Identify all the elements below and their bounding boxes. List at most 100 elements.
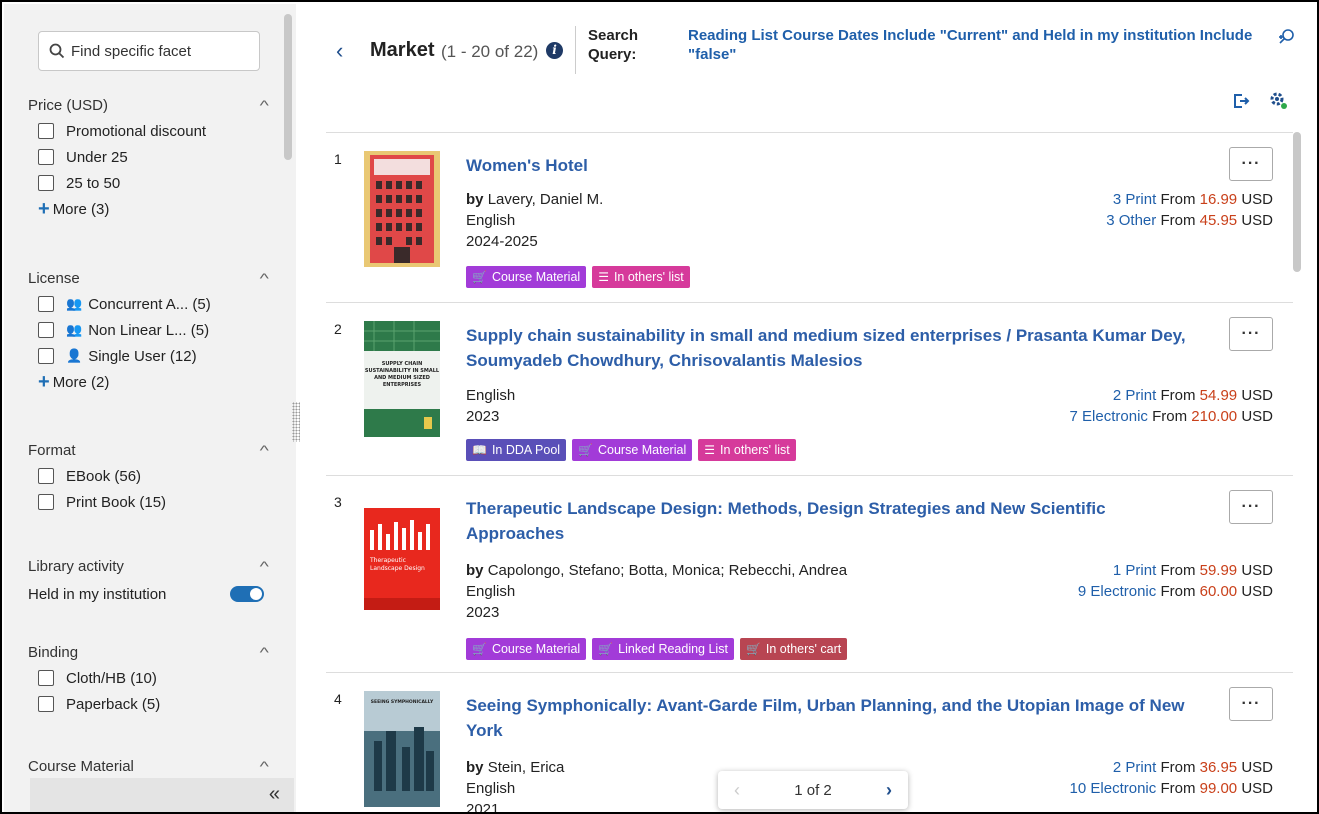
price-amount: 60.00 — [1199, 583, 1238, 600]
electronic-availability-link[interactable]: 7 Electronic — [1070, 408, 1148, 425]
year: 2024-2025 — [466, 233, 538, 250]
result-title-link[interactable]: Supply chain sustainability in small and… — [466, 323, 1206, 373]
facet-group-title: Library activity — [28, 557, 124, 575]
double-chevron-left-icon[interactable]: « — [269, 783, 280, 806]
facet-option[interactable]: 👥 Concurrent A... (5) — [28, 292, 268, 316]
currency: USD — [1241, 387, 1273, 404]
facet-more-link[interactable]: + More (3) — [28, 197, 268, 221]
print-availability-link[interactable]: 1 Print — [1113, 562, 1156, 579]
facet-more-link[interactable]: + More (2) — [28, 370, 268, 394]
facet-option[interactable]: Print Book (15) — [28, 490, 268, 514]
search-query-text[interactable]: Reading List Course Dates Include "Curre… — [688, 26, 1258, 64]
facet-option[interactable]: Paperback (5) — [28, 692, 268, 716]
in-others-cart-tag[interactable]: 🛒 In others' cart — [739, 638, 848, 660]
result-title-link[interactable]: Seeing Symphonically: Avant-Garde Film, … — [466, 693, 1206, 743]
chevron-up-icon[interactable]: ^ — [260, 270, 269, 286]
facet-group-header[interactable]: License ^ — [28, 266, 269, 290]
from-label: From — [1160, 191, 1196, 208]
dda-pool-tag[interactable]: 📖 In DDA Pool — [466, 439, 567, 461]
electronic-availability-link[interactable]: 10 Electronic — [1070, 780, 1157, 797]
chevron-up-icon[interactable]: ^ — [260, 442, 269, 458]
price-line: 2 Print From 54.99 USD — [1070, 385, 1273, 406]
print-availability-link[interactable]: 3 Print — [1113, 191, 1156, 208]
more-actions-button[interactable]: ··· — [1229, 687, 1273, 721]
facet-group-header[interactable]: Price (USD) ^ — [28, 93, 269, 117]
print-availability-link[interactable]: 2 Print — [1113, 759, 1156, 776]
more-actions-button[interactable]: ··· — [1229, 317, 1273, 351]
facet-option-label: EBook (56) — [66, 467, 142, 485]
other-availability-link[interactable]: 3 Other — [1106, 212, 1156, 229]
book-cover[interactable]: SUPPLY CHAIN SUSTAINABILITY IN SMALL AND… — [364, 321, 440, 442]
facet-group-header[interactable]: Format ^ — [28, 438, 269, 462]
more-label: More (3) — [52, 200, 110, 218]
tag-label: Course Material — [491, 642, 581, 656]
author-line: by Lavery, Daniel M. — [466, 189, 603, 210]
checkbox[interactable] — [38, 468, 54, 484]
results-main: ‹ Market (1 - 20 of 22) i Search Query: … — [298, 4, 1317, 812]
chevron-up-icon[interactable]: ^ — [260, 758, 269, 774]
facet-option[interactable]: Cloth/HB (10) — [28, 666, 268, 690]
tag-list: 🛒 Course Material ☰ In others' list — [466, 266, 690, 288]
year: 2023 — [466, 604, 500, 621]
linked-reading-list-tag[interactable]: 🛒 Linked Reading List — [592, 638, 734, 660]
checkbox[interactable] — [38, 696, 54, 712]
collapse-sidebar-bar[interactable]: « — [30, 778, 294, 812]
sidebar-scrollbar[interactable] — [284, 14, 292, 160]
facet-group-header[interactable]: Binding ^ — [28, 640, 269, 664]
facet-group-header[interactable]: Library activity ^ — [28, 554, 269, 578]
currency: USD — [1241, 759, 1273, 776]
user-icon: 👤 — [66, 348, 83, 363]
chevron-up-icon[interactable]: ^ — [260, 644, 269, 660]
year: 2023 — [466, 408, 500, 425]
in-others-list-tag[interactable]: ☰ In others' list — [592, 266, 690, 288]
checkbox[interactable] — [38, 175, 54, 191]
back-chevron-icon[interactable]: ‹ — [336, 38, 343, 64]
print-availability-link[interactable]: 2 Print — [1113, 387, 1156, 404]
saved-search-icon[interactable] — [1278, 28, 1296, 51]
course-material-tag[interactable]: 🛒 Course Material — [572, 439, 693, 461]
checkbox[interactable] — [38, 322, 54, 338]
export-icon[interactable] — [1232, 92, 1250, 115]
facet-sidebar: Find specific facet Price (USD) ^ Promot… — [4, 4, 296, 812]
facet-option[interactable]: 25 to 50 — [28, 171, 268, 195]
chevron-up-icon[interactable]: ^ — [260, 558, 269, 574]
result-title-link[interactable]: Therapeutic Landscape Design: Methods, D… — [466, 496, 1206, 546]
more-actions-button[interactable]: ··· — [1229, 490, 1273, 524]
result-title-link[interactable]: Women's Hotel — [466, 153, 1206, 178]
facet-option-label: 25 to 50 — [66, 174, 121, 192]
book-cover[interactable]: SEEING SYMPHONICALLY — [364, 691, 440, 812]
electronic-availability-link[interactable]: 9 Electronic — [1078, 583, 1156, 600]
checkbox[interactable] — [38, 348, 54, 364]
facet-search-input[interactable]: Find specific facet — [38, 31, 260, 71]
facet-group-title: Binding — [28, 643, 79, 661]
page-indicator: 1 of 2 — [794, 781, 832, 799]
course-material-tag[interactable]: 🛒 Course Material — [466, 638, 587, 660]
chevron-up-icon[interactable]: ^ — [260, 97, 269, 113]
checkbox[interactable] — [38, 494, 54, 510]
facet-group-binding: Binding ^ Cloth/HB (10) Paperback (5) — [28, 640, 269, 716]
facet-group-header[interactable]: Course Material ^ — [28, 754, 269, 778]
settings-gear-icon[interactable] — [1268, 90, 1288, 115]
book-cover[interactable]: Therapeutic Landscape Design — [364, 494, 440, 615]
from-label: From — [1160, 780, 1196, 797]
prev-page-icon[interactable]: ‹ — [734, 780, 740, 801]
checkbox[interactable] — [38, 670, 54, 686]
facet-option[interactable]: Under 25 — [28, 145, 268, 169]
info-icon[interactable]: i — [546, 42, 563, 59]
in-others-list-tag[interactable]: ☰ In others' list — [698, 439, 796, 461]
course-material-tag[interactable]: 🛒 Course Material — [466, 266, 587, 288]
svg-text:Landscape Design: Landscape Design — [370, 565, 425, 572]
facet-option[interactable]: EBook (56) — [28, 464, 268, 488]
currency: USD — [1241, 583, 1273, 600]
facet-option[interactable]: 👤 Single User (12) — [28, 344, 268, 368]
checkbox[interactable] — [38, 149, 54, 165]
checkbox[interactable] — [38, 296, 54, 312]
book-cover[interactable] — [364, 151, 440, 272]
results-scrollbar[interactable] — [1293, 132, 1301, 272]
held-in-institution-toggle[interactable] — [230, 586, 264, 602]
facet-option[interactable]: 👥 Non Linear L... (5) — [28, 318, 268, 342]
checkbox[interactable] — [38, 123, 54, 139]
next-page-icon[interactable]: › — [886, 780, 892, 801]
more-actions-button[interactable]: ··· — [1229, 147, 1273, 181]
facet-option[interactable]: Promotional discount — [28, 119, 268, 143]
